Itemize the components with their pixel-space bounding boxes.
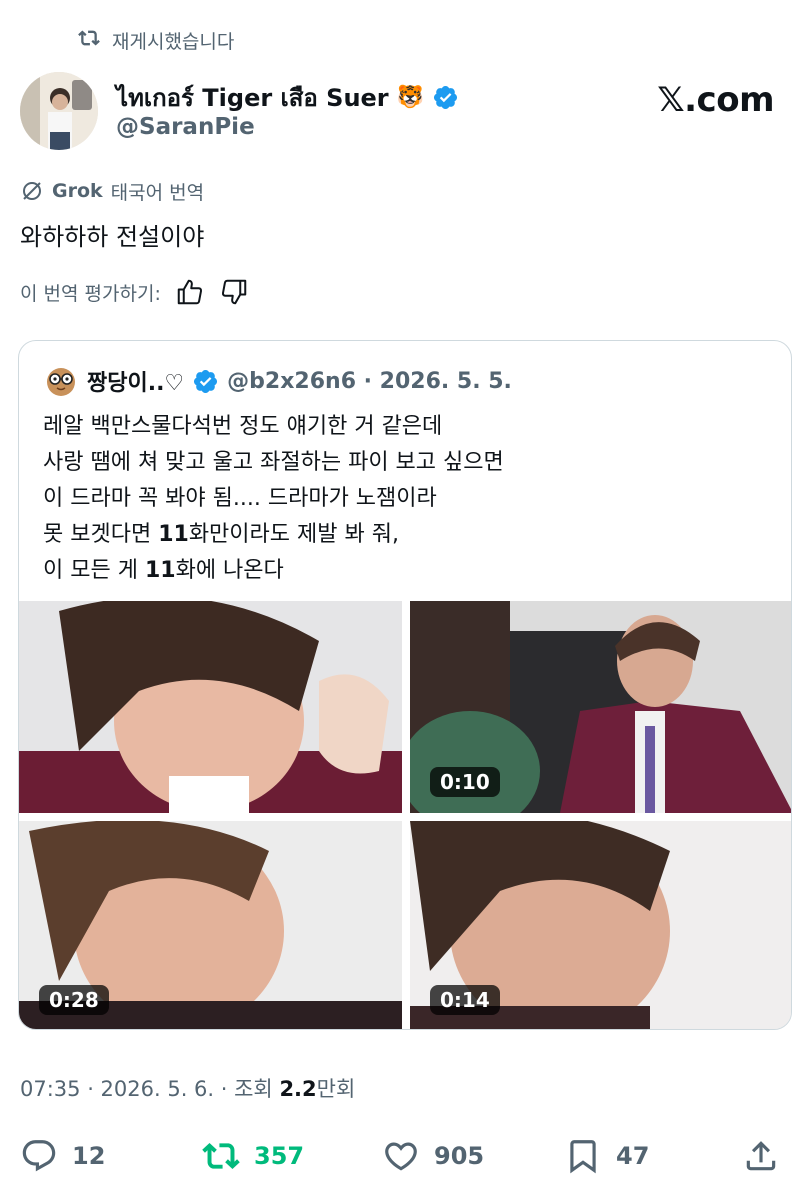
views-count: 2.2 bbox=[279, 1077, 317, 1101]
heart-icon bbox=[385, 1142, 417, 1171]
tweet-text: 와하하하 전설이야 bbox=[20, 223, 205, 251]
repost-button[interactable]: 357 bbox=[202, 1130, 304, 1182]
quote-header: 짱당이..♡ @b2x26n6 · 2026. 5. 5. bbox=[43, 363, 512, 399]
repost-indicator: 재게시했습니다 bbox=[78, 26, 234, 54]
share-button[interactable] bbox=[742, 1130, 780, 1182]
quote-author-name[interactable]: 짱당이..♡ bbox=[87, 365, 184, 397]
repost-label: 재게시했습니다 bbox=[112, 30, 235, 53]
action-bar: 12 357 905 47 bbox=[20, 1130, 790, 1182]
author-name[interactable]: ไทเกอร์ Tiger เสือ Suer bbox=[116, 78, 389, 117]
video-duration: 0:10 bbox=[430, 767, 500, 797]
grok-label: Grok bbox=[52, 180, 103, 202]
author-handle[interactable]: @SaranPie bbox=[116, 114, 255, 140]
like-count: 905 bbox=[434, 1142, 485, 1170]
quote-text: 레알 백만스물다석번 정도 얘기한 거 같은데 사랑 땜에 쳐 맞고 울고 좌절… bbox=[43, 414, 504, 583]
tweet-timestamp[interactable]: 07:35 · 2026. 5. 6. · 조회 2.2만회 bbox=[20, 1073, 355, 1103]
video-thumbnail[interactable]: 0:10 bbox=[410, 601, 791, 813]
bookmark-count: 47 bbox=[616, 1142, 650, 1170]
tiger-emoji: 🐯 bbox=[396, 85, 425, 110]
rate-label: 이 번역 평가하기: bbox=[20, 282, 161, 305]
translation-indicator: Grok 태국어 번역 bbox=[20, 177, 204, 205]
rate-translation: 이 번역 평가하기: bbox=[20, 275, 249, 309]
like-button[interactable]: 905 bbox=[382, 1130, 484, 1182]
x-com-logo: 𝕏.com bbox=[657, 80, 774, 120]
quote-avatar[interactable] bbox=[43, 363, 79, 399]
time-date: 07:35 · 2026. 5. 6. · 조회 bbox=[20, 1077, 280, 1101]
avatar[interactable] bbox=[20, 72, 98, 150]
video-grid: 0:10 0:28 0:14 bbox=[19, 601, 791, 1029]
video-thumbnail[interactable] bbox=[19, 601, 402, 813]
thumbs-down-icon[interactable] bbox=[219, 277, 249, 307]
reply-button[interactable]: 12 bbox=[20, 1130, 105, 1182]
quoted-tweet[interactable]: 짱당이..♡ @b2x26n6 · 2026. 5. 5. 레알 백만스물다석번… bbox=[18, 340, 792, 1030]
bookmark-button[interactable]: 47 bbox=[564, 1130, 649, 1182]
views-unit: 만회 bbox=[316, 1077, 356, 1101]
quote-handle-date[interactable]: @b2x26n6 · 2026. 5. 5. bbox=[227, 369, 512, 394]
thumbs-up-icon[interactable] bbox=[175, 277, 205, 307]
video-thumbnail[interactable]: 0:28 bbox=[19, 821, 402, 1029]
reply-count: 12 bbox=[72, 1142, 106, 1170]
video-thumbnail[interactable]: 0:14 bbox=[410, 821, 791, 1029]
video-duration: 0:14 bbox=[430, 985, 500, 1015]
translation-label: 태국어 번역 bbox=[110, 181, 205, 204]
repost-icon bbox=[202, 1143, 240, 1169]
repost-count: 357 bbox=[254, 1142, 305, 1170]
video-duration: 0:28 bbox=[39, 985, 109, 1015]
reply-icon bbox=[22, 1140, 56, 1172]
verified-badge-icon bbox=[434, 85, 458, 110]
author-name-line[interactable]: ไทเกอร์ Tiger เสือ Suer 🐯 bbox=[116, 78, 459, 117]
share-icon bbox=[746, 1141, 776, 1171]
tweet-author: ไทเกอร์ Tiger เสือ Suer 🐯 @SaranPie 𝕏.co… bbox=[20, 70, 790, 152]
verified-badge-icon bbox=[194, 369, 218, 393]
repost-icon bbox=[78, 27, 100, 54]
bookmark-icon bbox=[570, 1140, 596, 1174]
grok-icon bbox=[23, 182, 41, 200]
